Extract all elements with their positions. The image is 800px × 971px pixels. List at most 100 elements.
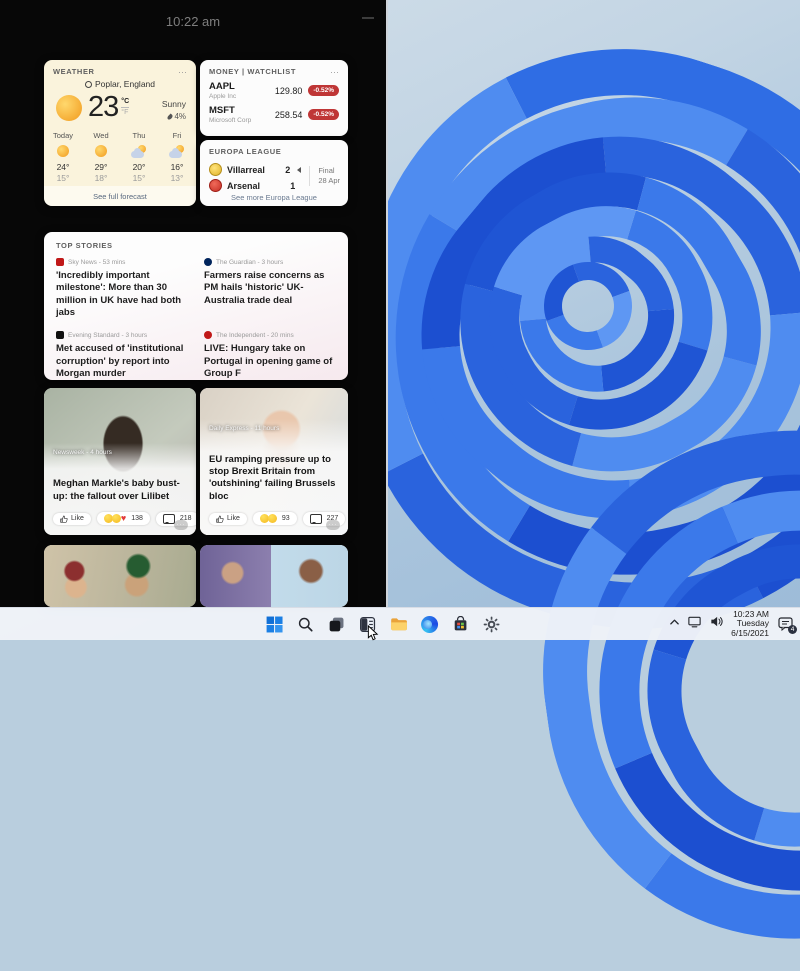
match-date: 28 Apr [318,176,340,186]
current-temperature: 23 [88,91,118,124]
droplet-icon [167,113,174,120]
like-button[interactable]: Like [209,513,247,525]
show-hidden-icons-button[interactable] [669,615,680,633]
sky-news-icon [56,258,64,266]
news-source: Newsweek - 4 hours [53,449,187,456]
home-score: 2 [285,165,290,175]
news-source: Daily Express - 11 hours [209,425,339,432]
weather-condition: Sunny [162,99,186,109]
weather-title: WEATHER [53,67,95,76]
task-view-icon [328,616,345,633]
file-explorer-button[interactable] [386,612,411,637]
sports-title: EUROPA LEAGUE [209,147,281,156]
forecast-day[interactable]: Fri 16° 13° [158,131,196,183]
widgets-button[interactable] [355,612,380,637]
panel-minimize-dash[interactable] [362,17,374,19]
unit-celsius-toggle[interactable]: °C [121,98,129,108]
top-stories-widget[interactable]: TOP STORIES Sky News - 53 mins 'Incredib… [44,232,348,380]
story-item[interactable]: Evening Standard - 3 hours Met accused o… [56,331,188,380]
guardian-icon [204,258,212,266]
news-headline: EU ramping pressure up to stop Brexit Br… [209,454,339,503]
money-widget[interactable]: MONEY | WATCHLIST ··· AAPL Apple Inc 129… [200,60,348,136]
independent-icon [204,331,212,339]
news-card-eu[interactable]: Daily Express - 11 hours EU ramping pres… [200,388,348,535]
start-button[interactable] [262,612,287,637]
money-menu-button[interactable]: ··· [330,69,339,75]
location-pin-icon [85,81,92,88]
story-item[interactable]: The Guardian - 3 hours Farmers raise con… [204,258,336,319]
network-icon [687,614,702,629]
heart-emoji-icon: ♥ [121,514,126,523]
sunny-icon [95,145,107,157]
arsenal-crest-icon [209,179,222,192]
villarreal-crest-icon [209,163,222,176]
match-away-row: Arsenal 1 [209,179,301,192]
windows-logo-icon [266,616,283,633]
unit-fahrenheit-toggle[interactable]: °F [121,108,129,117]
task-view-button[interactable] [324,612,349,637]
weather-widget[interactable]: WEATHER ··· Poplar, England 23 °C °F Sun… [44,60,196,206]
mouse-cursor-icon [367,625,379,641]
news-photo [200,545,348,607]
winner-indicator-icon [297,167,301,173]
money-title: MONEY | WATCHLIST [209,67,296,76]
stock-row-aapl[interactable]: AAPL Apple Inc 129.80 -0.52% [200,76,348,100]
stock-price: 129.80 [275,86,303,96]
news-photo [44,545,196,607]
see-more-europa-link[interactable]: See more Europa League [200,193,348,202]
news-card-partial[interactable] [44,545,196,607]
folder-icon [390,615,408,633]
away-score: 1 [290,181,295,191]
stock-row-msft[interactable]: MSFT Microsoft Corp 258.54 -0.52% [200,100,348,124]
story-item[interactable]: Sky News - 53 mins 'Incredibly important… [56,258,188,319]
match-home-row: Villarreal 2 [209,163,301,176]
laughing-emoji-icon [112,514,121,523]
match-status: Final [318,166,340,176]
sun-icon [56,95,82,121]
precipitation: 4% [162,112,186,121]
widgets-panel: 10:22 am WEATHER ··· Poplar, England 23 … [0,0,388,608]
see-full-forecast-link[interactable]: See full forecast [44,186,196,206]
news-card-partial[interactable] [200,545,348,607]
reactions-button[interactable]: ♥ 138 [97,512,150,525]
comment-icon [310,514,322,524]
volume-button[interactable] [709,614,724,634]
settings-button[interactable] [479,612,504,637]
taskbar: 10:23 AM Tuesday 6/15/2021 4 [0,607,800,640]
partly-cloudy-icon [131,145,147,158]
partly-cloudy-icon [169,145,185,158]
weather-location[interactable]: Poplar, England [44,79,196,89]
card-menu-button[interactable]: ··· [326,520,340,530]
edge-browser-button[interactable] [417,612,442,637]
weather-menu-button[interactable]: ··· [178,69,187,75]
store-bag-icon [452,616,469,633]
sunny-icon [57,145,69,157]
story-item[interactable]: The Independent - 20 mins LIVE: Hungary … [204,331,336,380]
search-button[interactable] [293,612,318,637]
news-card-meghan[interactable]: Newsweek - 4 hours Meghan Markle's baby … [44,388,196,535]
like-button[interactable]: Like [53,513,91,525]
gear-icon [483,616,500,633]
forecast-day[interactable]: Thu 20° 15° [120,131,158,183]
edge-icon [421,616,438,633]
panel-clock: 10:22 am [0,14,386,29]
thumbs-up-icon [216,515,224,523]
sports-widget[interactable]: EUROPA LEAGUE Villarreal 2 Arsenal 1 Fin… [200,140,348,206]
thumbs-up-icon [60,515,68,523]
reactions-button[interactable]: 93 [253,512,297,525]
network-button[interactable] [687,614,702,634]
stock-change-badge: -0.52% [308,85,339,96]
forecast-day[interactable]: Wed 29° 18° [82,131,120,183]
top-stories-title: TOP STORIES [56,241,113,250]
stock-price: 258.54 [275,110,303,120]
notification-count-badge: 4 [788,625,797,634]
search-icon [297,616,314,633]
speaker-icon [709,614,724,629]
news-headline: Meghan Markle's baby bust-up: the fallou… [53,478,187,503]
microsoft-store-button[interactable] [448,612,473,637]
card-menu-button[interactable]: ··· [174,520,188,530]
chevron-up-icon [669,617,680,628]
notification-center-button[interactable]: 4 [776,616,795,633]
tray-clock[interactable]: 10:23 AM Tuesday 6/15/2021 [731,610,769,639]
forecast-day[interactable]: Today 24° 15° [44,131,82,183]
